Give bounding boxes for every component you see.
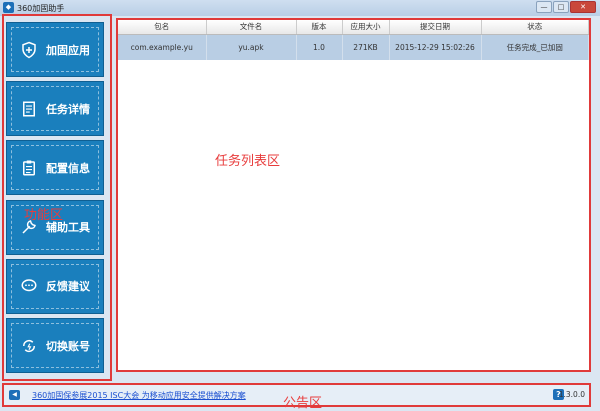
- task-table: 包名 文件名 版本 应用大小 提交日期 状态 com.example.yu yu…: [118, 20, 589, 60]
- column-header-status[interactable]: 状态: [481, 20, 589, 35]
- window-title: 360加固助手: [17, 4, 65, 13]
- shield-plus-icon: [22, 41, 36, 58]
- sidebar-button-1[interactable]: 任务详情: [6, 81, 104, 137]
- app-shield-icon: ◆: [3, 2, 14, 13]
- chat-icon: [21, 279, 37, 292]
- minimize-button[interactable]: —: [536, 1, 552, 13]
- sidebar-button-label: 反馈建议: [46, 280, 90, 294]
- sidebar-button-2[interactable]: 配置信息: [6, 140, 104, 196]
- close-button[interactable]: ✕: [570, 1, 596, 13]
- sidebar-button-label: 加固应用: [46, 43, 90, 57]
- clipboard-icon: [23, 160, 35, 176]
- column-header-size[interactable]: 应用大小: [342, 20, 390, 35]
- switch-icon: [22, 339, 36, 352]
- column-header-version[interactable]: 版本: [296, 20, 343, 35]
- task-list-area: 包名 文件名 版本 应用大小 提交日期 状态 com.example.yu yu…: [116, 18, 591, 372]
- cell-filename: yu.apk: [206, 34, 297, 60]
- cell-version: 1.0: [296, 34, 343, 60]
- cell-status: 任务完成_已加固: [481, 34, 589, 60]
- notice-area-label: 公告区: [283, 396, 323, 411]
- task-area-label: 任务列表区: [215, 154, 281, 169]
- sidebar-button-label: 切换账号: [46, 339, 90, 353]
- sidebar-button-label: 任务详情: [46, 102, 90, 116]
- cell-package: com.example.yu: [118, 34, 207, 60]
- table-row[interactable]: com.example.yu yu.apk 1.0 271KB 2015-12-…: [118, 34, 589, 60]
- sidebar-button-0[interactable]: 加固应用: [6, 22, 104, 77]
- notice-link[interactable]: 360加固保参展2015 ISC大会 为移动应用安全提供解决方案: [32, 390, 246, 401]
- sidebar-button-label: 配置信息: [46, 161, 90, 175]
- task-list-icon: [23, 101, 35, 117]
- version-label: 1.3.0.0: [558, 390, 585, 399]
- function-area-label: 功能区: [24, 208, 64, 223]
- column-header-filename[interactable]: 文件名: [206, 20, 297, 35]
- column-header-package[interactable]: 包名: [118, 20, 207, 35]
- cell-size: 271KB: [342, 34, 390, 60]
- column-header-date[interactable]: 提交日期: [389, 20, 482, 35]
- speaker-icon: ◀: [9, 390, 20, 400]
- cell-date: 2015-12-29 15:02:26: [389, 34, 482, 60]
- sidebar-button-4[interactable]: 反馈建议: [6, 258, 104, 314]
- sidebar-button-5[interactable]: 切换账号: [6, 318, 104, 373]
- maximize-button[interactable]: □: [553, 1, 569, 13]
